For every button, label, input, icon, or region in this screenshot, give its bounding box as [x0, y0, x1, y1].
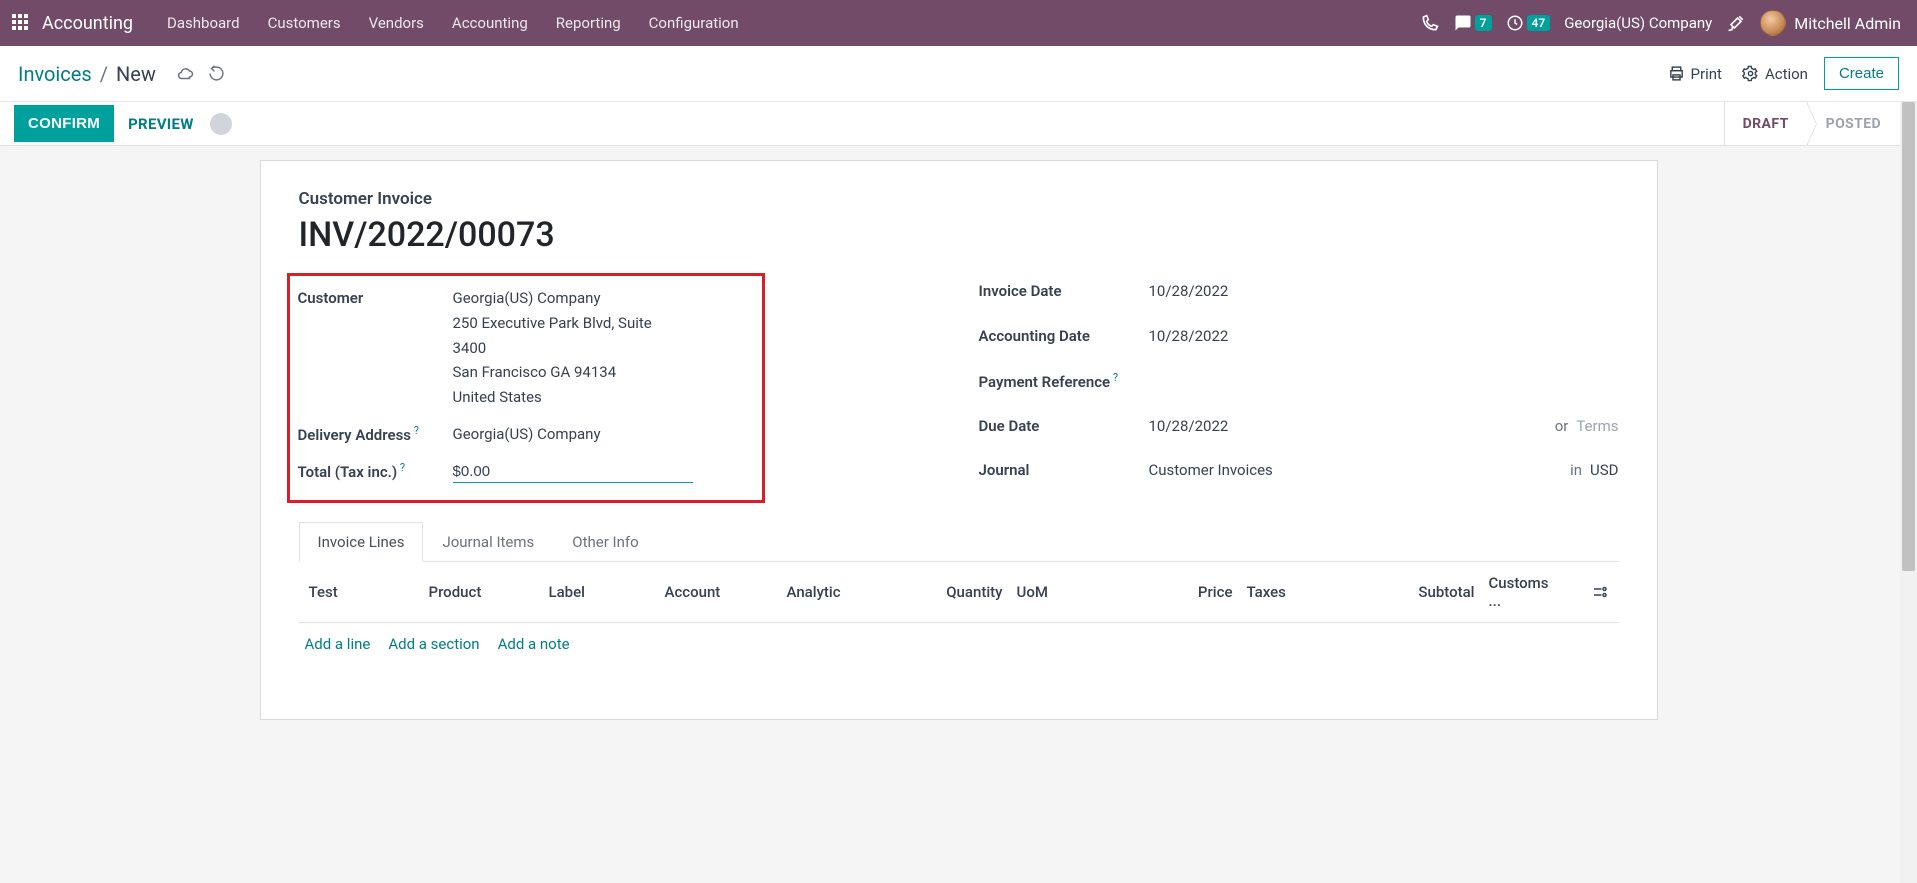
- confirm-button[interactable]: CONFIRM: [14, 105, 114, 142]
- messages-button[interactable]: 7: [1454, 14, 1492, 32]
- status-step-draft[interactable]: DRAFT: [1724, 102, 1807, 145]
- doc-type-label: Customer Invoice: [299, 189, 1619, 209]
- print-button[interactable]: Print: [1664, 59, 1726, 89]
- journal-label: Journal: [979, 458, 1149, 482]
- preview-button[interactable]: PREVIEW: [114, 105, 208, 143]
- add-section-link[interactable]: Add a section: [388, 635, 479, 653]
- add-note-link[interactable]: Add a note: [498, 635, 570, 653]
- cloud-save-icon[interactable]: [176, 65, 194, 83]
- discard-icon[interactable]: [208, 65, 225, 83]
- status-steps: DRAFT POSTED: [1724, 102, 1917, 145]
- tools-icon[interactable]: [1726, 13, 1746, 33]
- journal-value[interactable]: Customer Invoices in USD: [1149, 458, 1619, 483]
- printer-icon: [1668, 65, 1685, 82]
- delivery-label: Delivery Address ?: [298, 422, 453, 447]
- app-brand[interactable]: Accounting: [42, 13, 133, 34]
- doc-title: INV/2022/00073: [299, 215, 1619, 255]
- activities-button[interactable]: 47: [1506, 14, 1551, 32]
- optional-columns-icon[interactable]: [1587, 583, 1613, 601]
- breadcrumb: Invoices / New: [18, 62, 225, 86]
- create-button[interactable]: Create: [1824, 57, 1899, 90]
- customer-value[interactable]: Georgia(US) Company 250 Executive Park B…: [453, 286, 663, 410]
- nav-accounting[interactable]: Accounting: [438, 0, 542, 46]
- col-analytic[interactable]: Analytic: [783, 583, 927, 601]
- total-input[interactable]: [453, 461, 693, 483]
- apps-icon[interactable]: [12, 14, 30, 32]
- col-quantity[interactable]: Quantity: [927, 583, 1007, 601]
- col-taxes[interactable]: Taxes: [1237, 583, 1409, 601]
- highlight-box: Customer Georgia(US) Company 250 Executi…: [287, 273, 765, 503]
- nav-configuration[interactable]: Configuration: [635, 0, 753, 46]
- col-account[interactable]: Account: [661, 583, 783, 601]
- col-customs[interactable]: Customs ...: [1479, 574, 1569, 610]
- col-price[interactable]: Price: [1137, 583, 1237, 601]
- action-button[interactable]: Action: [1738, 59, 1812, 89]
- breadcrumb-root[interactable]: Invoices: [18, 62, 92, 86]
- messages-badge: 7: [1475, 15, 1492, 31]
- table-row-actions: Add a line Add a section Add a note: [299, 623, 1619, 665]
- total-label: Total (Tax inc.) ?: [298, 459, 453, 484]
- scrollbar-thumb[interactable]: [1902, 102, 1915, 571]
- col-product[interactable]: Product: [425, 583, 545, 601]
- help-icon[interactable]: ?: [397, 461, 405, 474]
- tabs: Invoice Lines Journal Items Other Info: [299, 521, 1619, 562]
- nav-customers[interactable]: Customers: [254, 0, 355, 46]
- form-sheet: Customer Invoice INV/2022/00073 Customer…: [260, 160, 1658, 720]
- help-icon[interactable]: ?: [1110, 371, 1118, 384]
- nav-dashboard[interactable]: Dashboard: [153, 0, 254, 46]
- col-test[interactable]: Test: [305, 583, 425, 601]
- breadcrumb-separator: /: [100, 62, 108, 86]
- currency-value[interactable]: USD: [1590, 458, 1618, 483]
- tab-journal-items[interactable]: Journal Items: [423, 522, 553, 562]
- breadcrumb-current: New: [116, 62, 156, 86]
- phone-icon[interactable]: [1420, 13, 1440, 33]
- col-subtotal[interactable]: Subtotal: [1409, 583, 1479, 601]
- due-date-value[interactable]: 10/28/2022 or Terms: [1149, 414, 1619, 439]
- table-header: Test Product Label Account Analytic Quan…: [299, 562, 1619, 623]
- preview-avatar-icon[interactable]: [210, 113, 232, 135]
- delivery-value[interactable]: Georgia(US) Company: [453, 422, 601, 447]
- invoice-date-label: Invoice Date: [979, 279, 1149, 303]
- user-menu[interactable]: Mitchell Admin: [1760, 10, 1901, 36]
- nav-reporting[interactable]: Reporting: [542, 0, 635, 46]
- due-date-label: Due Date: [979, 414, 1149, 438]
- chat-icon: [1454, 14, 1472, 32]
- top-navbar: Accounting Dashboard Customers Vendors A…: [0, 0, 1917, 46]
- control-panel: Invoices / New Print Action Create: [0, 46, 1917, 102]
- activities-badge: 47: [1527, 15, 1551, 31]
- add-line-link[interactable]: Add a line: [305, 635, 371, 653]
- terms-placeholder[interactable]: Terms: [1576, 414, 1618, 439]
- nav-vendors[interactable]: Vendors: [355, 0, 438, 46]
- user-name: Mitchell Admin: [1794, 14, 1901, 33]
- accounting-date-label: Accounting Date: [979, 324, 1149, 348]
- avatar: [1760, 10, 1786, 36]
- clock-icon: [1506, 14, 1524, 32]
- status-step-posted[interactable]: POSTED: [1807, 102, 1899, 145]
- col-label[interactable]: Label: [545, 583, 661, 601]
- tab-invoice-lines[interactable]: Invoice Lines: [299, 522, 424, 562]
- company-switcher[interactable]: Georgia(US) Company: [1564, 14, 1712, 32]
- tab-other-info[interactable]: Other Info: [553, 522, 657, 562]
- col-uom[interactable]: UoM: [1007, 583, 1137, 601]
- scrollbar[interactable]: [1900, 102, 1917, 883]
- status-bar: CONFIRM PREVIEW DRAFT POSTED: [0, 102, 1917, 146]
- accounting-date-value[interactable]: 10/28/2022: [1149, 324, 1229, 349]
- gear-icon: [1742, 65, 1759, 82]
- help-icon[interactable]: ?: [411, 424, 419, 437]
- customer-label: Customer: [298, 286, 453, 310]
- invoice-date-value[interactable]: 10/28/2022: [1149, 279, 1229, 304]
- payment-ref-label: Payment Reference ?: [979, 369, 1149, 394]
